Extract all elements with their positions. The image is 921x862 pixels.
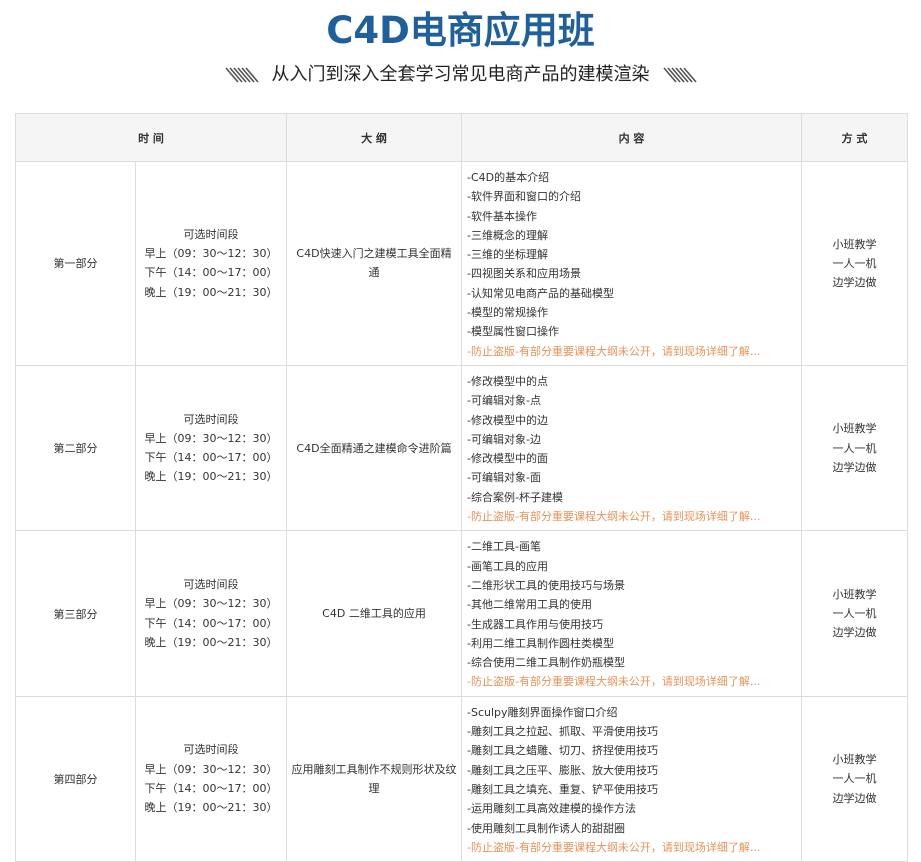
teaching-mode: 小班教学 一人一机 边学边做 xyxy=(801,695,908,862)
list-item: -软件基本操作 xyxy=(467,209,537,223)
time-line: 下午（14：00～17：00） xyxy=(144,781,278,795)
time-options: 可选时间段 早上（09：30～12：30） 下午（14：00～17：00） 晚上… xyxy=(135,364,287,532)
list-item: -修改模型中的面 xyxy=(467,452,548,466)
time-options: 可选时间段 早上（09：30～12：30） 下午（14：00～17：00） 晚上… xyxy=(135,695,287,862)
list-item: -二维工具-画笔 xyxy=(467,540,541,554)
part-label: 第三部分 xyxy=(15,530,136,697)
list-item: -可编辑对象-边 xyxy=(467,432,541,446)
mode-line: 边学边做 xyxy=(832,460,877,474)
time-options: 可选时间段 早上（09：30～12：30） 下午（14：00～17：00） 晚上… xyxy=(135,161,287,366)
time-line: 晚上（19：00～21：30） xyxy=(144,470,278,484)
list-item: -雕刻工具之拉起、抓取、平滑使用技巧 xyxy=(467,725,658,739)
time-line: 可选时间段 xyxy=(183,412,239,426)
list-item: -C4D的基本介绍 xyxy=(467,171,550,184)
list-item: -雕刻工具之蜡雕、切刀、挤捏使用技巧 xyxy=(467,744,658,758)
time-line: 下午（14：00～17：00） xyxy=(144,266,278,280)
time-line: 早上（09：30～12：30） xyxy=(144,247,278,261)
outline-text: C4D 二维工具的应用 xyxy=(286,530,462,697)
time-line: 早上（09：30～12：30） xyxy=(144,431,278,445)
mode-line: 小班教学 xyxy=(832,237,877,251)
table-row: 第四部分 可选时间段 早上（09：30～12：30） 下午（14：00～17：0… xyxy=(15,695,908,862)
list-item: -生成器工具作用与使用技巧 xyxy=(467,617,603,631)
list-item: -二维形状工具的使用技巧与场景 xyxy=(467,578,625,592)
mode-line: 边学边做 xyxy=(832,791,877,805)
content-list: -C4D的基本介绍 -软件界面和窗口的介绍 -软件基本操作 -三维概念的理解 -… xyxy=(461,161,802,366)
page-title: C4D电商应用班 xyxy=(326,9,595,52)
piracy-note: -防止盗版-有部分重要课程大纲未公开，请到现场详细了解... xyxy=(467,840,761,854)
list-item: -可编辑对象-点 xyxy=(467,394,541,408)
outline-text: C4D快速入门之建模工具全面精通 xyxy=(286,161,462,366)
header-content: 内 容 xyxy=(461,113,802,162)
time-options: 可选时间段 早上（09：30～12：30） 下午（14：00～17：00） 晚上… xyxy=(135,530,287,697)
header-mode: 方 式 xyxy=(801,113,908,162)
list-item: -综合使用二维工具制作奶瓶模型 xyxy=(467,656,625,670)
list-item: -雕刻工具之压平、膨胀、放大使用技巧 xyxy=(467,763,658,777)
part-label: 第一部分 xyxy=(15,161,136,366)
mode-line: 一人一机 xyxy=(832,772,877,786)
header-outline: 大 纲 xyxy=(286,113,462,162)
list-item: -模型的常规操作 xyxy=(467,306,548,320)
list-item: -利用二维工具制作圆柱类模型 xyxy=(467,636,614,650)
mode-line: 小班教学 xyxy=(832,752,877,766)
teaching-mode: 小班教学 一人一机 边学边做 xyxy=(801,161,908,366)
time-line: 下午（14：00～17：00） xyxy=(144,616,278,630)
list-item: -三维概念的理解 xyxy=(467,228,548,242)
list-item: -Sculpy雕刻界面操作窗口介绍 xyxy=(467,705,618,719)
mode-line: 一人一机 xyxy=(832,441,877,455)
curriculum-table: 时 间 大 纲 内 容 方 式 第一部分 可选时间段 早上（09：30～12：3… xyxy=(15,113,908,862)
time-line: 下午（14：00～17：00） xyxy=(144,451,278,465)
table-row: 第二部分 可选时间段 早上（09：30～12：30） 下午（14：00～17：0… xyxy=(15,364,908,532)
subtitle-row: 从入门到深入全套学习常见电商产品的建模渲染 xyxy=(0,60,921,90)
time-line: 早上（09：30～12：30） xyxy=(144,597,278,611)
stripes-decoration-right xyxy=(662,67,697,83)
list-item: -模型属性窗口操作 xyxy=(467,325,559,339)
content-list: -二维工具-画笔 -画笔工具的应用 -二维形状工具的使用技巧与场景 -其他二维常… xyxy=(461,530,802,697)
list-item: -四视图关系和应用场景 xyxy=(467,267,581,281)
piracy-note: -防止盗版-有部分重要课程大纲未公开，请到现场详细了解... xyxy=(467,675,761,689)
list-item: -修改模型中的点 xyxy=(467,374,548,388)
table-row: 第一部分 可选时间段 早上（09：30～12：30） 下午（14：00～17：0… xyxy=(15,161,908,366)
mode-line: 边学边做 xyxy=(832,626,877,640)
list-item: -雕刻工具之填充、重复、铲平使用技巧 xyxy=(467,782,658,796)
piracy-note: -防止盗版-有部分重要课程大纲未公开，请到现场详细了解... xyxy=(467,344,761,358)
page-subtitle: 从入门到深入全套学习常见电商产品的建模渲染 xyxy=(271,64,650,85)
list-item: -其他二维常用工具的使用 xyxy=(467,598,592,612)
time-line: 早上（09：30～12：30） xyxy=(144,762,278,776)
mode-line: 边学边做 xyxy=(832,276,877,290)
mode-line: 一人一机 xyxy=(832,606,877,620)
list-item: -修改模型中的边 xyxy=(467,413,548,427)
table-header-row: 时 间 大 纲 内 容 方 式 xyxy=(15,113,908,162)
time-line: 晚上（19：00～21：30） xyxy=(144,635,278,649)
piracy-note: -防止盗版-有部分重要课程大纲未公开，请到现场详细了解... xyxy=(467,510,761,524)
part-label: 第二部分 xyxy=(15,364,136,532)
time-line: 晚上（19：00～21：30） xyxy=(144,801,278,815)
part-label: 第四部分 xyxy=(15,695,136,862)
header-time: 时 间 xyxy=(15,113,287,162)
content-list: -Sculpy雕刻界面操作窗口介绍 -雕刻工具之拉起、抓取、平滑使用技巧 -雕刻… xyxy=(461,695,802,862)
teaching-mode: 小班教学 一人一机 边学边做 xyxy=(801,364,908,532)
time-line: 可选时间段 xyxy=(183,227,239,241)
teaching-mode: 小班教学 一人一机 边学边做 xyxy=(801,530,908,697)
time-line: 可选时间段 xyxy=(183,577,239,591)
list-item: -画笔工具的应用 xyxy=(467,559,548,573)
list-item: -软件界面和窗口的介绍 xyxy=(467,190,581,204)
list-item: -可编辑对象-面 xyxy=(467,471,541,485)
list-item: -运用雕刻工具高效建模的操作方法 xyxy=(467,802,636,816)
outline-text: C4D全面精通之建模命令进阶篇 xyxy=(286,364,462,532)
time-line: 晚上（19：00～21：30） xyxy=(144,285,278,299)
content-list: -修改模型中的点 -可编辑对象-点 -修改模型中的边 -可编辑对象-边 -修改模… xyxy=(461,364,802,532)
time-line: 可选时间段 xyxy=(183,743,239,757)
list-item: -使用雕刻工具制作诱人的甜甜圈 xyxy=(467,821,625,835)
list-item: -综合案例-杯子建模 xyxy=(467,490,563,504)
table-row: 第三部分 可选时间段 早上（09：30～12：30） 下午（14：00～17：0… xyxy=(15,530,908,697)
stripes-decoration-left xyxy=(224,67,259,83)
mode-line: 小班教学 xyxy=(832,587,877,601)
list-item: -认知常见电商产品的基础模型 xyxy=(467,286,614,300)
mode-line: 小班教学 xyxy=(832,422,877,436)
mode-line: 一人一机 xyxy=(832,256,877,270)
list-item: -三维的坐标理解 xyxy=(467,248,548,262)
outline-text: 应用雕刻工具制作不规则形状及纹理 xyxy=(286,695,462,862)
